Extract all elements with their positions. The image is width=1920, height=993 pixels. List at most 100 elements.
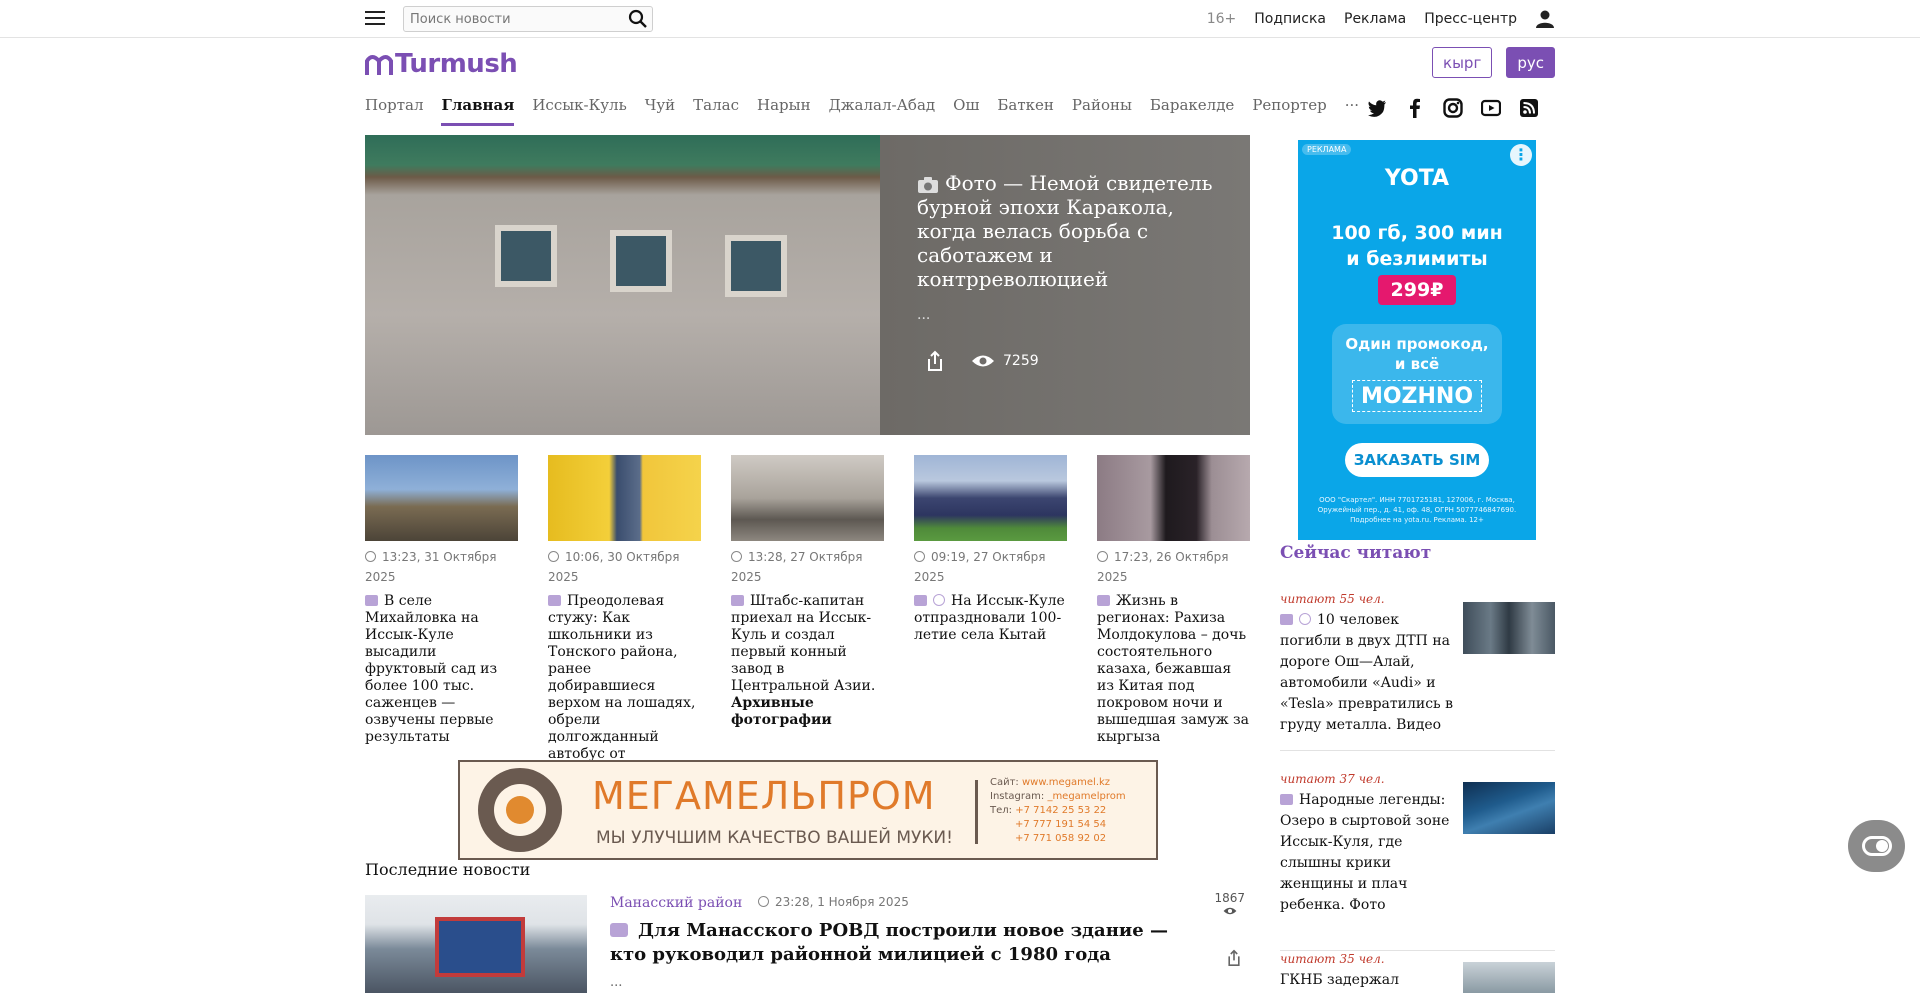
sidebar-ad-yota[interactable]: РЕКЛАМА ⋮ YOTA 100 гб, 300 мин и безлимит… xyxy=(1298,140,1536,540)
news-card-date-text: 09:19, 27 Октября 2025 xyxy=(914,550,1046,584)
video-icon xyxy=(1299,613,1311,625)
facebook-icon[interactable] xyxy=(1405,98,1425,118)
hero-photo-window xyxy=(610,230,672,292)
latest-news-excerpt: ... xyxy=(610,975,623,990)
advertising-link[interactable]: Реклама xyxy=(1344,11,1406,27)
camera-icon xyxy=(731,595,744,606)
camera-icon xyxy=(1097,595,1110,606)
news-card-title[interactable]: Жизнь в регионах: Рахиза Молдокулова – д… xyxy=(1097,593,1250,746)
latest-news-image[interactable] xyxy=(365,895,587,993)
latest-news-category[interactable]: Манасский район xyxy=(610,895,742,911)
rss-icon[interactable] xyxy=(1519,98,1539,118)
trending-image[interactable] xyxy=(1463,782,1555,834)
nav-item-reporter[interactable]: Репортер xyxy=(1252,92,1326,126)
news-card-image[interactable] xyxy=(731,455,884,541)
hero-title-text: Фото — Немой свидетель бурной эпохи Кара… xyxy=(917,171,1213,291)
order-sim-button[interactable]: ЗАКАЗАТЬ SIM xyxy=(1345,443,1489,477)
nav-item-osh[interactable]: Ош xyxy=(953,92,979,126)
news-card[interactable]: 17:23, 26 Октября 2025 Жизнь в регионах:… xyxy=(1097,455,1250,746)
news-card[interactable]: 09:19, 27 Октября 2025 На Иссык-Куле отп… xyxy=(914,455,1067,644)
instagram-icon[interactable] xyxy=(1443,98,1463,118)
news-card[interactable]: 13:28, 27 Октября 2025 Штабс-капитан при… xyxy=(731,455,884,729)
nav-item-districts[interactable]: Районы xyxy=(1072,92,1132,126)
ad-banner-megamelprom[interactable]: МЕГАМЕЛЬПРОМ МЫ УЛУЧШИМ КАЧЕСТВО ВАШЕЙ М… xyxy=(458,760,1158,860)
lang-russian-button[interactable]: рус xyxy=(1506,47,1555,78)
top-bar: 16+ Подписка Реклама Пресс-центр xyxy=(0,0,1920,38)
banner-phone: +7 771 058 92 02 xyxy=(1015,833,1107,844)
nav-item-main[interactable]: Главная xyxy=(441,92,514,126)
twitter-icon[interactable] xyxy=(1367,98,1387,118)
news-card-date: 10:06, 30 Октября 2025 xyxy=(548,547,701,587)
press-center-link[interactable]: Пресс-центр xyxy=(1424,11,1517,27)
lang-kyrgyz-button[interactable]: кырг xyxy=(1432,47,1493,78)
share-icon[interactable] xyxy=(925,350,945,372)
views-icon xyxy=(972,355,994,367)
news-card-date: 13:28, 27 Октября 2025 xyxy=(731,547,884,587)
news-card-title[interactable]: Преодолевая стужу: Как школьники из Тонс… xyxy=(548,593,701,780)
trending-image[interactable] xyxy=(1463,962,1555,993)
news-card-title[interactable]: На Иссык-Куле отпраздновали 100-летие се… xyxy=(914,593,1067,644)
trending-item[interactable]: читают 35 чел. ГКНБ задержал xyxy=(1280,952,1555,993)
trending-item[interactable]: читают 37 чел. Народные легенды: Озеро в… xyxy=(1280,772,1555,951)
ad-headline: 100 гб, 300 мин и безлимиты xyxy=(1298,220,1536,272)
nav-item-barakelde[interactable]: Баракелде xyxy=(1150,92,1234,126)
latest-news-views: 1867 xyxy=(1214,891,1245,919)
news-card-image[interactable] xyxy=(914,455,1067,541)
banner-site: www.megamel.kz xyxy=(1022,777,1111,788)
site-logo[interactable]: Turmush xyxy=(365,48,518,80)
news-card-title[interactable]: Штабс-капитан приехал на Иссык-Куль и со… xyxy=(731,593,884,729)
youtube-icon[interactable] xyxy=(1481,98,1501,118)
search-icon[interactable] xyxy=(628,9,648,29)
ad-menu-icon[interactable]: ⋮ xyxy=(1510,144,1532,166)
top-bar-inner: 16+ Подписка Реклама Пресс-центр xyxy=(365,0,1555,38)
divider xyxy=(1280,750,1555,751)
news-card-image[interactable] xyxy=(365,455,518,541)
search-input[interactable] xyxy=(404,7,619,31)
banner-site-label: Сайт: xyxy=(990,777,1019,788)
nav-item-naryn[interactable]: Нарын xyxy=(757,92,811,126)
subscribe-link[interactable]: Подписка xyxy=(1254,11,1326,27)
nav-item-batken[interactable]: Баткен xyxy=(997,92,1054,126)
trending-title[interactable]: 10 человек погибли в двух ДТП на дороге … xyxy=(1280,610,1455,736)
news-card[interactable]: 10:06, 30 Октября 2025 Преодолевая стужу… xyxy=(548,455,701,780)
trending-title[interactable]: ГКНБ задержал xyxy=(1280,970,1455,991)
trending-title[interactable]: Народные легенды: Озеро в сыртовой зоне … xyxy=(1280,790,1455,916)
share-icon[interactable] xyxy=(1226,949,1242,967)
banner-divider xyxy=(975,780,978,844)
user-icon[interactable] xyxy=(1535,9,1555,29)
hero-actions: 7259 xyxy=(925,350,1039,372)
camera-icon xyxy=(365,595,378,606)
hero-title[interactable]: Фото — Немой свидетель бурной эпохи Кара… xyxy=(917,171,1227,291)
latest-news-date-text: 23:28, 1 Ноября 2025 xyxy=(775,895,909,909)
latest-news-heading: Последние новости xyxy=(365,860,531,879)
news-card-title-bold: Архивные фотографии xyxy=(731,695,832,728)
news-card-title[interactable]: В селе Михайловка на Иссык-Куле высадили… xyxy=(365,593,518,746)
nav-item-jalal-abad[interactable]: Джалал-Абад xyxy=(829,92,936,126)
nav-more-button[interactable]: ··· xyxy=(1345,92,1359,126)
banner-contacts: Сайт: www.megamel.kz Instagram: _megamel… xyxy=(990,776,1126,846)
news-card[interactable]: 13:23, 31 Октября 2025 В селе Михайловка… xyxy=(365,455,518,746)
language-switch: кырг рус xyxy=(1432,47,1555,78)
nav-item-portal[interactable]: Портал xyxy=(365,92,423,126)
nav-item-issyk-kul[interactable]: Иссык-Куль xyxy=(532,92,626,126)
news-card-title-text: Штабс-капитан приехал на Иссык-Куль и со… xyxy=(731,593,876,694)
trending-item[interactable]: читают 55 чел. 10 человек погибли в двух… xyxy=(1280,592,1555,751)
nav-item-talas[interactable]: Талас xyxy=(693,92,739,126)
news-card-image[interactable] xyxy=(548,455,701,541)
ad-headline-line: и безлимиты xyxy=(1346,248,1488,270)
accessibility-toggle[interactable] xyxy=(1848,820,1905,872)
news-card-date-text: 13:23, 31 Октября 2025 xyxy=(365,550,497,584)
trending-title-text: Народные легенды: Озеро в сыртовой зоне … xyxy=(1280,792,1450,913)
trending-image[interactable] xyxy=(1463,602,1555,654)
latest-news-item[interactable]: Манасский район 23:28, 1 Ноября 2025 Для… xyxy=(365,891,1250,993)
nav-item-chui[interactable]: Чуй xyxy=(645,92,675,126)
latest-news-title[interactable]: Для Манасского РОВД построили новое здан… xyxy=(610,919,1210,967)
news-card-title-text: Жизнь в регионах: Рахиза Молдокулова – д… xyxy=(1097,593,1250,745)
hero-photo[interactable] xyxy=(365,135,885,435)
camera-icon xyxy=(1280,614,1293,625)
hero-article[interactable]: Фото — Немой свидетель бурной эпохи Кара… xyxy=(365,135,1250,435)
search-box xyxy=(403,6,653,32)
news-card-image[interactable] xyxy=(1097,455,1250,541)
ad-promo-text: Один промокод, и всё xyxy=(1332,334,1502,374)
menu-icon[interactable] xyxy=(365,11,385,27)
